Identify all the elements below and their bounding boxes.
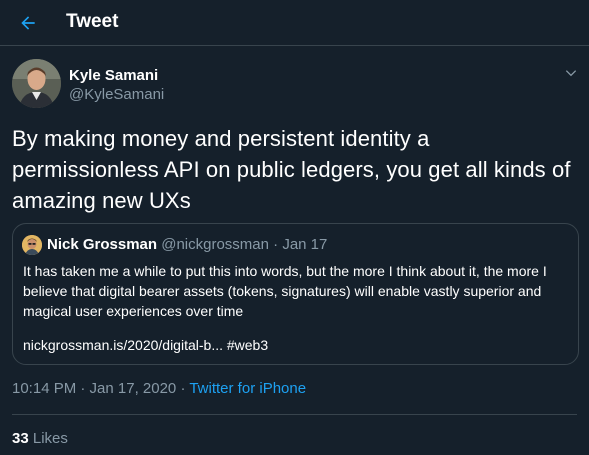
meta-separator: · — [176, 380, 190, 397]
author-name[interactable]: Kyle Samani — [69, 67, 158, 84]
quoted-tweet-card[interactable]: Nick Grossman @nickgrossman · Jan 17 It … — [12, 223, 579, 365]
arrow-left-icon — [21, 16, 35, 30]
tweet-metadata: 10:14 PM · Jan 17, 2020 · Twitter for iP… — [12, 380, 306, 397]
author-avatar[interactable] — [12, 59, 61, 108]
top-bar: Tweet — [0, 0, 589, 46]
quoted-tweet-date: · Jan 17 — [273, 236, 328, 253]
quoted-author-handle: @nickgrossman — [161, 236, 269, 253]
quoted-author-name: Nick Grossman — [47, 236, 158, 253]
quoted-tweet-text: It has taken me a while to put this into… — [23, 263, 547, 319]
quoted-tweet-link: nickgrossman.is/2020/digital-b... #web3 — [23, 337, 269, 353]
tweet-text: By making money and persistent identity … — [12, 126, 571, 213]
back-button[interactable] — [11, 6, 45, 40]
tweet-timestamp[interactable]: 10:14 PM · Jan 17, 2020 — [12, 380, 176, 397]
tweet-source-link[interactable]: Twitter for iPhone — [189, 380, 306, 397]
quoted-author-avatar — [22, 235, 42, 255]
quoted-tweet-header: Nick Grossman @nickgrossman · Jan 17 — [47, 236, 327, 253]
likes-count: 33 — [12, 430, 29, 447]
divider — [12, 414, 577, 415]
more-options-button[interactable] — [560, 62, 582, 84]
chevron-down-icon — [565, 70, 577, 77]
author-handle[interactable]: @KyleSamani — [69, 86, 164, 103]
avatar-image — [12, 59, 61, 108]
likes-label: Likes — [32, 430, 68, 447]
page-title: Tweet — [66, 11, 119, 32]
likes-stat[interactable]: 33 Likes — [12, 430, 68, 447]
quoted-avatar-image — [22, 235, 42, 255]
